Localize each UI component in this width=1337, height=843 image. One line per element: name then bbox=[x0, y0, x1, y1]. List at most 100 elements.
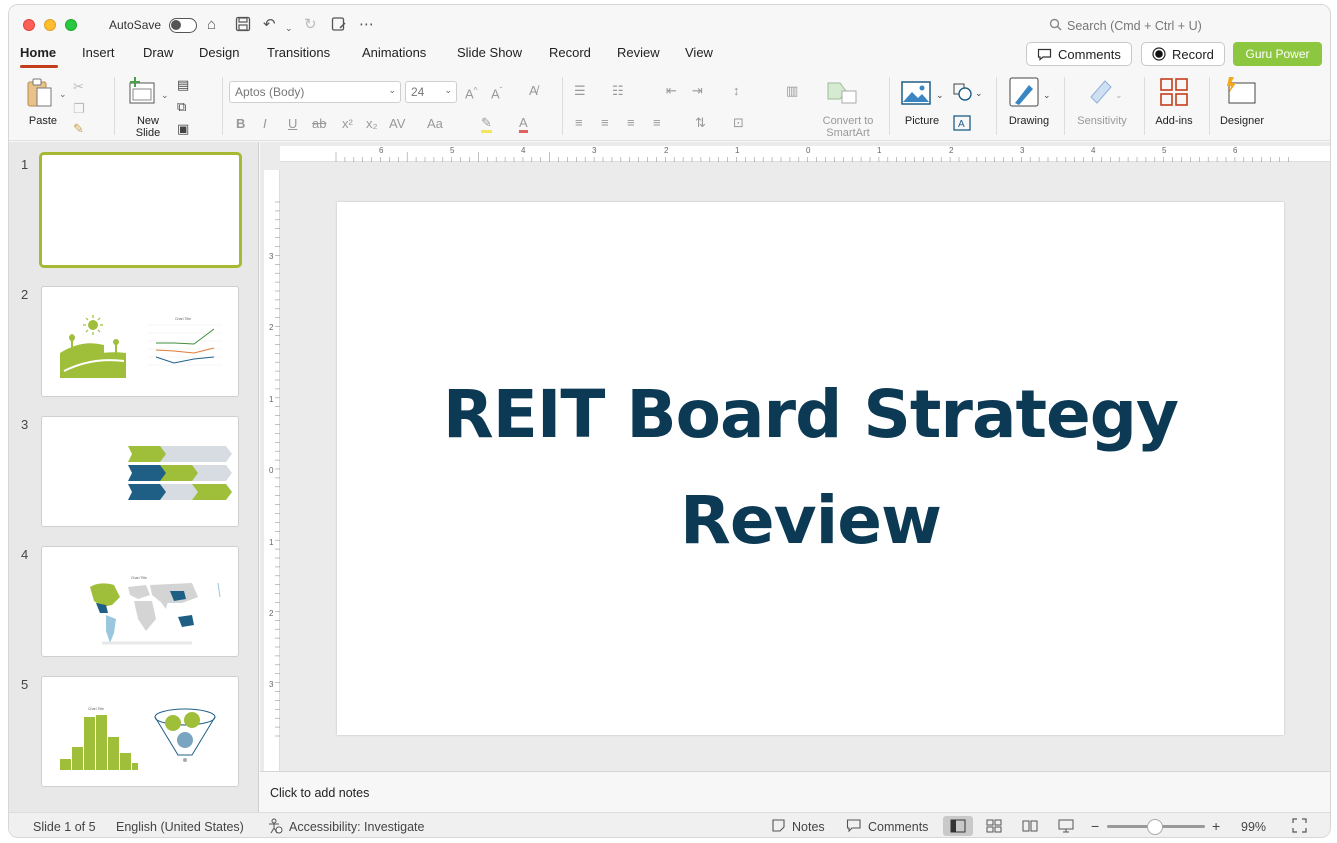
comment-icon bbox=[1037, 48, 1052, 61]
justify-icon[interactable]: ≡ bbox=[653, 115, 661, 131]
zoom-out-icon[interactable]: − bbox=[1091, 818, 1099, 834]
numbering-icon[interactable]: ☷ bbox=[612, 83, 624, 99]
accessibility-icon[interactable] bbox=[267, 818, 283, 837]
slide-show-button[interactable] bbox=[1051, 816, 1081, 836]
zoom-in-icon[interactable]: + bbox=[1212, 818, 1220, 834]
search-input[interactable]: Search (Cmd + Ctrl + U) bbox=[1067, 19, 1202, 33]
sensitivity-dropdown-chevron-icon[interactable]: ⌄ bbox=[1115, 87, 1123, 103]
increase-font-size-icon[interactable]: A^ bbox=[465, 83, 477, 102]
tab-slide-show[interactable]: Slide Show bbox=[457, 45, 522, 60]
highlight-color-icon[interactable]: ✎ bbox=[481, 115, 492, 133]
accessibility-status[interactable]: Accessibility: Investigate bbox=[289, 820, 424, 834]
tab-view[interactable]: View bbox=[685, 45, 713, 60]
underline-icon[interactable]: U bbox=[288, 116, 297, 132]
section-icon[interactable]: ▣ bbox=[177, 121, 189, 137]
comments-button[interactable]: Comments bbox=[1026, 42, 1132, 66]
align-right-icon[interactable]: ≡ bbox=[627, 115, 635, 131]
columns-icon[interactable]: ▥ bbox=[786, 83, 798, 99]
subscript-icon[interactable]: x₂ bbox=[366, 116, 378, 132]
convert-smartart-icon[interactable] bbox=[826, 81, 858, 109]
slide-sorter-button[interactable] bbox=[979, 816, 1009, 836]
copy-icon[interactable]: ❐ bbox=[73, 101, 85, 117]
shapes-dropdown-chevron-icon[interactable]: ⌄ bbox=[975, 85, 983, 101]
notes-pane[interactable]: Click to add notes bbox=[260, 771, 1330, 812]
comments-icon[interactable] bbox=[846, 818, 862, 836]
paste-icon[interactable] bbox=[25, 77, 55, 113]
shapes-icon[interactable] bbox=[953, 83, 973, 105]
tab-transitions[interactable]: Transitions bbox=[267, 45, 330, 60]
slide-canvas[interactable]: REIT Board Strategy Review bbox=[337, 202, 1284, 735]
normal-view-button[interactable] bbox=[943, 816, 973, 836]
slide-thumbnail-5[interactable]: Chart Title bbox=[41, 676, 239, 787]
record-button[interactable]: Record bbox=[1141, 42, 1225, 66]
slide-thumbnail-3[interactable] bbox=[41, 416, 239, 527]
align-left-icon[interactable]: ≡ bbox=[575, 115, 583, 131]
tab-insert[interactable]: Insert bbox=[82, 45, 115, 60]
tab-animations[interactable]: Animations bbox=[362, 45, 426, 60]
save-icon[interactable] bbox=[235, 16, 251, 37]
font-size-dropdown[interactable]: 24 ⌄ bbox=[405, 81, 457, 103]
slide-title[interactable]: REIT Board Strategy Review bbox=[337, 362, 1284, 574]
bullets-icon[interactable]: ☰ bbox=[574, 83, 586, 99]
change-case-icon[interactable]: Aa bbox=[427, 116, 443, 132]
text-direction-icon[interactable]: ⇅ bbox=[695, 115, 706, 131]
increase-indent-icon[interactable]: ⇥ bbox=[692, 83, 703, 99]
font-color-icon[interactable]: A bbox=[519, 115, 528, 133]
customize-toolbar-icon[interactable] bbox=[331, 16, 347, 37]
minimize-window-button[interactable] bbox=[44, 19, 56, 31]
decrease-indent-icon[interactable]: ⇤ bbox=[666, 83, 677, 99]
slide-thumbnail-2[interactable]: Chart Title bbox=[41, 286, 239, 397]
zoom-slider-handle[interactable] bbox=[1147, 819, 1163, 835]
format-painter-icon[interactable]: ✎ bbox=[73, 121, 84, 137]
add-ins-icon[interactable] bbox=[1159, 77, 1189, 111]
fit-to-window-icon[interactable] bbox=[1292, 818, 1307, 836]
designer-icon[interactable] bbox=[1225, 75, 1257, 111]
italic-icon[interactable]: I bbox=[263, 116, 267, 132]
tab-review[interactable]: Review bbox=[617, 45, 660, 60]
picture-icon[interactable] bbox=[901, 81, 931, 109]
more-options-icon[interactable]: ⋯ bbox=[359, 16, 374, 34]
tab-design[interactable]: Design bbox=[199, 45, 239, 60]
text-box-icon[interactable]: A bbox=[953, 115, 971, 135]
bold-icon[interactable]: B bbox=[236, 116, 245, 132]
tab-record[interactable]: Record bbox=[549, 45, 591, 60]
comments-toggle[interactable]: Comments bbox=[868, 820, 928, 834]
new-slide-dropdown-chevron-icon[interactable]: ⌄ bbox=[161, 87, 169, 103]
sensitivity-icon[interactable] bbox=[1087, 77, 1113, 111]
clear-formatting-icon[interactable]: A̸ bbox=[529, 83, 538, 99]
tab-draw[interactable]: Draw bbox=[143, 45, 173, 60]
undo-dropdown-chevron-icon[interactable]: ⌄ bbox=[285, 19, 293, 37]
reading-view-button[interactable] bbox=[1015, 816, 1045, 836]
autosave-toggle[interactable] bbox=[169, 18, 197, 33]
align-text-icon[interactable]: ⊡ bbox=[733, 115, 744, 131]
drawing-icon[interactable] bbox=[1009, 77, 1041, 113]
notes-icon[interactable] bbox=[771, 818, 786, 836]
undo-icon[interactable]: ↶ bbox=[263, 16, 276, 34]
superscript-icon[interactable]: x² bbox=[342, 116, 353, 132]
zoom-level[interactable]: 99% bbox=[1241, 820, 1266, 834]
slide-thumbnail-1[interactable] bbox=[39, 152, 242, 268]
drawing-dropdown-chevron-icon[interactable]: ⌄ bbox=[1043, 87, 1051, 103]
font-name-dropdown[interactable]: Aptos (Body) ⌄ bbox=[229, 81, 401, 103]
layout-icon[interactable]: ▤ bbox=[177, 77, 189, 93]
strikethrough-icon[interactable]: ab bbox=[312, 116, 326, 132]
guru-power-button[interactable]: Guru Power bbox=[1233, 42, 1322, 66]
redo-icon[interactable]: ↻ bbox=[304, 16, 317, 34]
home-icon[interactable]: ⌂ bbox=[207, 16, 216, 34]
character-spacing-icon[interactable]: AV bbox=[389, 116, 405, 132]
align-center-icon[interactable]: ≡ bbox=[601, 115, 609, 131]
cut-icon[interactable]: ✂ bbox=[73, 79, 84, 95]
decrease-font-size-icon[interactable]: Aˇ bbox=[491, 83, 502, 102]
paste-dropdown-chevron-icon[interactable]: ⌄ bbox=[59, 86, 67, 102]
notes-toggle[interactable]: Notes bbox=[792, 820, 825, 834]
zoom-window-button[interactable] bbox=[65, 19, 77, 31]
close-window-button[interactable] bbox=[23, 19, 35, 31]
reading-view-icon bbox=[1022, 820, 1038, 832]
slide-thumbnail-4[interactable]: Chart Title bbox=[41, 546, 239, 657]
picture-dropdown-chevron-icon[interactable]: ⌄ bbox=[936, 87, 944, 103]
line-spacing-icon[interactable]: ↕ bbox=[733, 83, 740, 99]
reset-slide-icon[interactable]: ⧉ bbox=[177, 99, 186, 115]
language-indicator[interactable]: English (United States) bbox=[116, 820, 244, 834]
tab-home[interactable]: Home bbox=[20, 45, 56, 60]
new-slide-icon[interactable] bbox=[127, 77, 157, 109]
